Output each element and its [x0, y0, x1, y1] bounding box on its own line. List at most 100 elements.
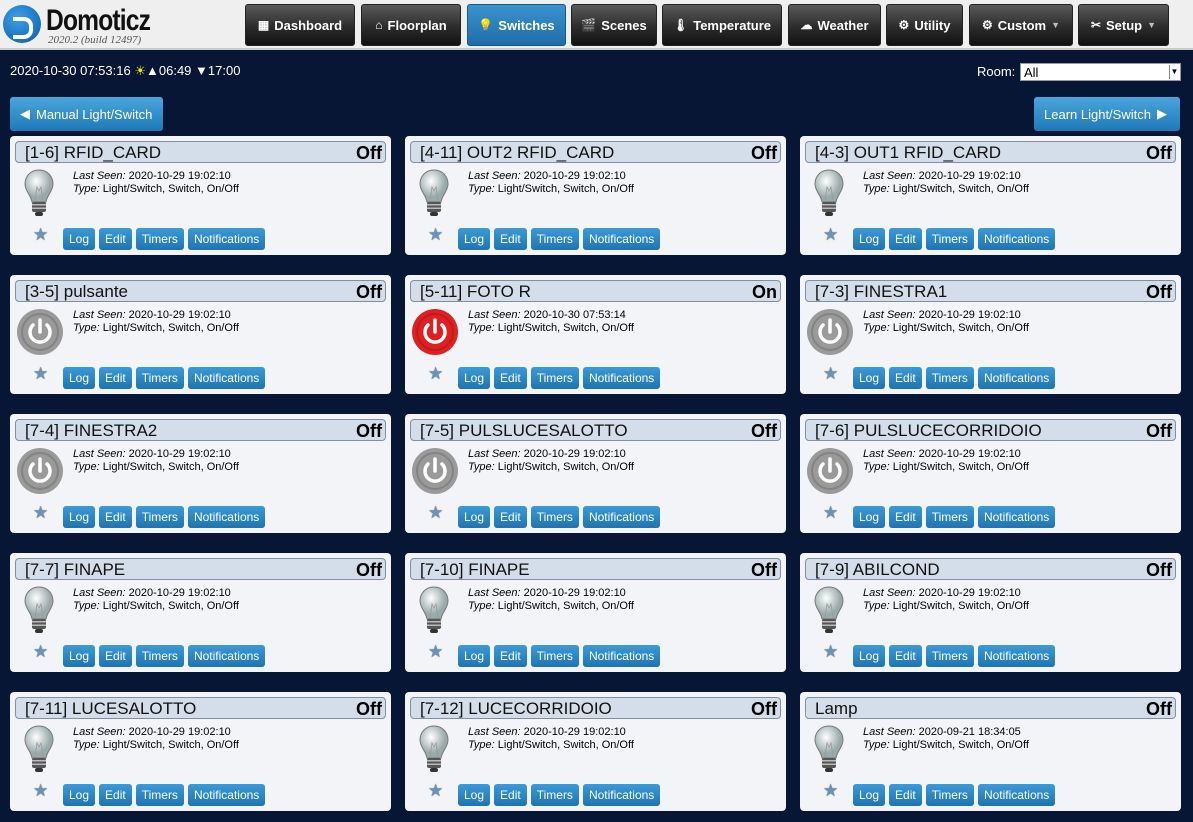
log-button[interactable]: Log [458, 784, 491, 806]
favorite-star-icon[interactable]: ★ [428, 781, 443, 801]
log-button[interactable]: Log [853, 228, 886, 250]
log-button[interactable]: Log [853, 645, 886, 667]
favorite-star-icon[interactable]: ★ [33, 503, 48, 523]
notifications-button[interactable]: Notifications [977, 506, 1056, 528]
edit-button[interactable]: Edit [889, 367, 922, 389]
nav-dashboard[interactable]: ▦ Dashboard [245, 4, 355, 46]
edit-button[interactable]: Edit [889, 645, 922, 667]
edit-button[interactable]: Edit [889, 228, 922, 250]
edit-button[interactable]: Edit [99, 367, 132, 389]
timers-button[interactable]: Timers [530, 367, 579, 389]
favorite-star-icon[interactable]: ★ [33, 781, 48, 801]
power-icon[interactable] [806, 447, 853, 495]
nav-floorplan[interactable]: ⌂ Floorplan [361, 4, 461, 46]
favorite-star-icon[interactable]: ★ [823, 364, 838, 384]
favorite-star-icon[interactable]: ★ [33, 225, 48, 245]
log-button[interactable]: Log [853, 784, 886, 806]
timers-button[interactable]: Timers [135, 506, 184, 528]
notifications-button[interactable]: Notifications [977, 367, 1056, 389]
lightbulb-icon[interactable] [24, 586, 54, 634]
favorite-star-icon[interactable]: ★ [823, 503, 838, 523]
notifications-button[interactable]: Notifications [582, 367, 661, 389]
timers-button[interactable]: Timers [135, 228, 184, 250]
timers-button[interactable]: Timers [135, 645, 184, 667]
favorite-star-icon[interactable]: ★ [428, 642, 443, 662]
favorite-star-icon[interactable]: ★ [33, 642, 48, 662]
edit-button[interactable]: Edit [99, 228, 132, 250]
notifications-button[interactable]: Notifications [582, 784, 661, 806]
log-button[interactable]: Log [458, 367, 491, 389]
lightbulb-icon[interactable] [419, 586, 449, 634]
log-button[interactable]: Log [458, 506, 491, 528]
manual-light-switch-button[interactable]: ◀ Manual Light/Switch [10, 97, 163, 131]
edit-button[interactable]: Edit [889, 784, 922, 806]
favorite-star-icon[interactable]: ★ [823, 225, 838, 245]
edit-button[interactable]: Edit [99, 645, 132, 667]
favorite-star-icon[interactable]: ★ [33, 364, 48, 384]
notifications-button[interactable]: Notifications [187, 228, 266, 250]
nav-utility[interactable]: ⚙ Utility [886, 4, 963, 46]
notifications-button[interactable]: Notifications [582, 506, 661, 528]
lightbulb-icon[interactable] [814, 586, 844, 634]
timers-button[interactable]: Timers [530, 784, 579, 806]
lightbulb-icon[interactable] [419, 169, 449, 217]
notifications-button[interactable]: Notifications [977, 645, 1056, 667]
log-button[interactable]: Log [458, 645, 491, 667]
room-select[interactable]: All ▼ [1020, 63, 1181, 81]
favorite-star-icon[interactable]: ★ [823, 781, 838, 801]
edit-button[interactable]: Edit [99, 784, 132, 806]
power-icon[interactable] [806, 308, 853, 356]
timers-button[interactable]: Timers [925, 645, 974, 667]
nav-temperature[interactable]: 🌡 Temperature [662, 4, 782, 46]
edit-button[interactable]: Edit [494, 367, 527, 389]
lightbulb-icon[interactable] [814, 169, 844, 217]
timers-button[interactable]: Timers [135, 784, 184, 806]
log-button[interactable]: Log [63, 367, 96, 389]
lightbulb-icon[interactable] [24, 169, 54, 217]
nav-switches[interactable]: 💡 Switches [467, 4, 566, 46]
nav-setup[interactable]: ✂ Setup ▼ [1078, 4, 1169, 46]
timers-button[interactable]: Timers [530, 506, 579, 528]
notifications-button[interactable]: Notifications [187, 784, 266, 806]
edit-button[interactable]: Edit [99, 506, 132, 528]
edit-button[interactable]: Edit [494, 784, 527, 806]
lightbulb-icon[interactable] [24, 725, 54, 773]
nav-custom[interactable]: ⚙ Custom ▼ [969, 4, 1073, 46]
favorite-star-icon[interactable]: ★ [428, 503, 443, 523]
learn-light-switch-button[interactable]: Learn Light/Switch ▶ [1034, 97, 1180, 131]
notifications-button[interactable]: Notifications [977, 228, 1056, 250]
log-button[interactable]: Log [63, 784, 96, 806]
edit-button[interactable]: Edit [889, 506, 922, 528]
nav-weather[interactable]: ☁ Weather [788, 4, 881, 46]
timers-button[interactable]: Timers [925, 784, 974, 806]
edit-button[interactable]: Edit [494, 645, 527, 667]
favorite-star-icon[interactable]: ★ [823, 642, 838, 662]
log-button[interactable]: Log [853, 367, 886, 389]
log-button[interactable]: Log [63, 645, 96, 667]
timers-button[interactable]: Timers [925, 367, 974, 389]
log-button[interactable]: Log [63, 228, 96, 250]
nav-scenes[interactable]: 🎬 Scenes [571, 4, 657, 46]
timers-button[interactable]: Timers [530, 645, 579, 667]
timers-button[interactable]: Timers [925, 228, 974, 250]
log-button[interactable]: Log [63, 506, 96, 528]
notifications-button[interactable]: Notifications [582, 228, 661, 250]
power-icon[interactable] [16, 447, 63, 495]
log-button[interactable]: Log [458, 228, 491, 250]
notifications-button[interactable]: Notifications [977, 784, 1056, 806]
favorite-star-icon[interactable]: ★ [428, 364, 443, 384]
notifications-button[interactable]: Notifications [187, 645, 266, 667]
timers-button[interactable]: Timers [530, 228, 579, 250]
favorite-star-icon[interactable]: ★ [428, 225, 443, 245]
power-icon[interactable] [411, 308, 458, 356]
power-icon[interactable] [411, 447, 458, 495]
edit-button[interactable]: Edit [494, 506, 527, 528]
timers-button[interactable]: Timers [135, 367, 184, 389]
log-button[interactable]: Log [853, 506, 886, 528]
power-icon[interactable] [16, 308, 63, 356]
notifications-button[interactable]: Notifications [187, 367, 266, 389]
timers-button[interactable]: Timers [925, 506, 974, 528]
edit-button[interactable]: Edit [494, 228, 527, 250]
lightbulb-icon[interactable] [419, 725, 449, 773]
lightbulb-icon[interactable] [814, 725, 844, 773]
